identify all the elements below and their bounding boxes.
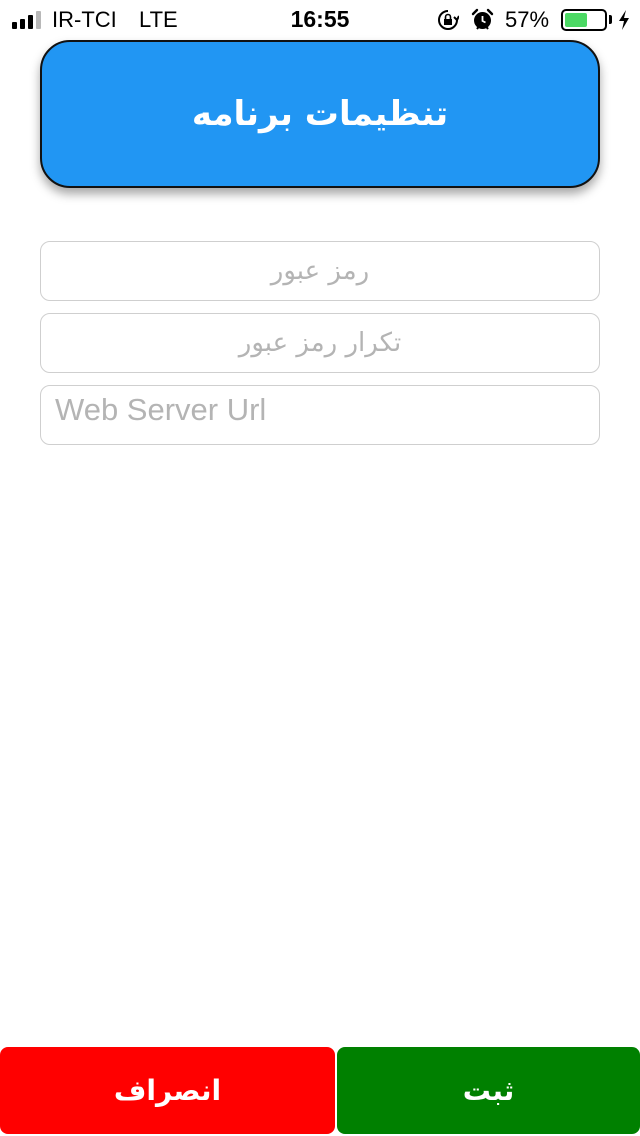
battery-level (565, 13, 587, 27)
charging-icon (619, 10, 629, 30)
web-server-url-field[interactable] (40, 385, 600, 445)
rotation-lock-icon (438, 10, 459, 30)
confirm-password-input[interactable] (41, 314, 599, 372)
battery-percent: 57% (505, 7, 550, 32)
battery-icon (561, 9, 607, 31)
battery-tip (609, 15, 612, 24)
password-field[interactable] (40, 241, 600, 301)
alarm-icon (471, 8, 494, 30)
settings-screen: IR-TCI LTE 16:55 57% تنظیمات برنامه Web … (0, 0, 640, 1136)
password-input[interactable] (41, 242, 599, 300)
web-server-url-input[interactable] (41, 386, 599, 444)
confirm-password-field[interactable] (40, 313, 600, 373)
status-bar: IR-TCI LTE 16:55 57% (0, 0, 640, 40)
submit-button[interactable]: ثبت (337, 1047, 640, 1134)
header-card: تنظیمات برنامه (40, 40, 600, 188)
cancel-button[interactable]: انصراف (0, 1047, 335, 1134)
page-title: تنظیمات برنامه (191, 94, 449, 134)
